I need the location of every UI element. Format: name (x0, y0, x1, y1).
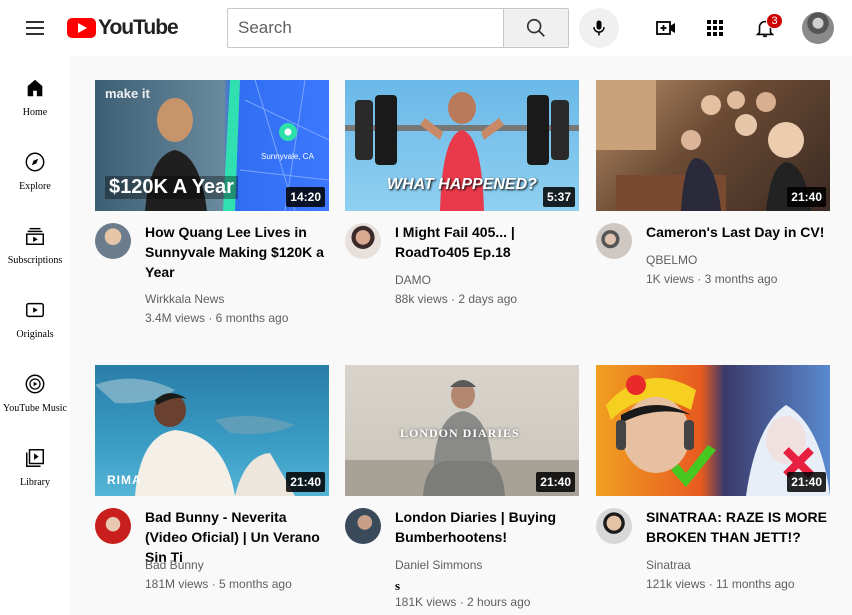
create-video-icon (656, 21, 675, 35)
sidebar-item-label: Library (20, 477, 50, 488)
sidebar-item-label: Explore (19, 181, 51, 192)
thumbnail-brand-text: make it (105, 86, 150, 101)
search-box[interactable] (227, 8, 504, 48)
video-title[interactable]: SINATRAA: RAZE IS MORE BROKEN THAN JETT!… (646, 507, 830, 547)
video-thumbnail[interactable]: RIMA 21:40 (95, 365, 329, 496)
video-card: make it Sunnyvale, CA $120K A Year 14:20… (95, 80, 329, 340)
sidebar-item-label: Subscriptions (7, 255, 63, 266)
search-input[interactable] (228, 9, 504, 47)
channel-name[interactable]: QBELMO (646, 253, 697, 267)
channel-avatar[interactable] (345, 508, 381, 544)
thumbnail-watermark: RIMA (107, 473, 142, 487)
video-title[interactable]: How Quang Lee Lives in Sunnyvale Making … (145, 222, 329, 282)
channel-avatar[interactable] (95, 223, 131, 259)
notifications-button[interactable]: 3 (751, 13, 783, 42)
create-button[interactable] (652, 14, 680, 42)
sidebar-item-label: YouTube Music (3, 403, 67, 414)
music-icon (25, 374, 45, 394)
logo-text: YouTube (98, 16, 179, 39)
video-duration: 21:40 (787, 187, 826, 207)
home-icon (27, 79, 43, 97)
sidebar-item-youtube-music[interactable]: YouTube Music (0, 352, 70, 426)
voice-search-button[interactable] (579, 8, 619, 48)
video-title[interactable]: Cameron's Last Day in CV! (646, 222, 830, 242)
video-metadata: 121k views · 11 months ago (646, 577, 795, 591)
video-duration: 5:37 (542, 187, 575, 207)
video-thumbnail[interactable]: WHAT HAPPENED? 5:37 (345, 80, 579, 211)
video-thumbnail[interactable]: 21:40 (596, 365, 830, 496)
apps-button[interactable] (701, 14, 729, 42)
sidebar-item-label: Home (22, 107, 48, 118)
sidebar-item-label: Originals (16, 329, 54, 340)
video-metadata: 181K views · 2 hours ago (395, 595, 531, 609)
channel-name[interactable]: Wirkkala News (145, 292, 224, 306)
video-card: WHAT HAPPENED? 5:37 I Might Fail 405... … (345, 80, 579, 340)
channel-name[interactable]: DAMO (395, 273, 431, 287)
channel-name[interactable]: Bad Bunny (145, 558, 204, 572)
sidebar-item-subscriptions[interactable]: Subscriptions (0, 204, 70, 278)
compass-icon (25, 152, 45, 172)
channel-avatar[interactable] (596, 223, 632, 259)
thumbnail-caption: $120K A Year (105, 176, 238, 199)
video-card: LONDON DIARIES 21:40 London Diaries | Bu… (345, 365, 579, 615)
video-duration: 14:20 (286, 187, 325, 207)
top-bar: YouTube 3 (0, 0, 852, 56)
video-card: 21:40 SINATRAA: RAZE IS MORE BROKEN THAN… (596, 365, 830, 615)
sidebar-item-library[interactable]: Library (0, 426, 70, 500)
video-duration: 21:40 (787, 472, 826, 492)
channel-extra-text: s (395, 578, 401, 593)
microphone-icon (593, 20, 605, 36)
menu-icon[interactable] (20, 16, 50, 40)
search-button[interactable] (503, 8, 569, 48)
channel-avatar[interactable] (95, 508, 131, 544)
channel-name[interactable]: Sinatraa (646, 558, 691, 572)
thumbnail-caption: WHAT HAPPENED? (387, 176, 537, 193)
youtube-logo-icon (67, 18, 96, 38)
search-icon (526, 18, 545, 37)
channel-name[interactable]: Daniel Simmons (395, 558, 482, 572)
video-metadata: 3.4M views · 6 months ago (145, 311, 289, 325)
notification-badge: 3 (766, 13, 783, 29)
channel-avatar[interactable] (345, 223, 381, 259)
sidebar-item-originals[interactable]: Originals (0, 278, 70, 352)
video-card: 21:40 Cameron's Last Day in CV! QBELMO 1… (596, 80, 830, 340)
sidebar-item-explore[interactable]: Explore (0, 130, 70, 204)
video-thumbnail[interactable]: LONDON DIARIES 21:40 (345, 365, 579, 496)
video-thumbnail[interactable]: 21:40 (596, 80, 830, 211)
apps-grid-icon (707, 20, 723, 36)
video-metadata: 1K views · 3 months ago (646, 272, 778, 286)
sidebar: Home Explore Subscriptions Originals You… (0, 56, 70, 615)
thumbnail-location-text: Sunnyvale, CA (261, 152, 314, 161)
library-icon (26, 449, 44, 467)
video-thumbnail[interactable]: make it Sunnyvale, CA $120K A Year 14:20 (95, 80, 329, 211)
youtube-logo[interactable]: YouTube (67, 16, 179, 39)
video-duration: 21:40 (536, 472, 575, 492)
originals-icon (26, 302, 44, 318)
video-metadata: 181M views · 5 months ago (145, 577, 292, 591)
sidebar-item-home[interactable]: Home (0, 56, 70, 130)
channel-avatar[interactable] (596, 508, 632, 544)
subscriptions-icon (26, 227, 44, 245)
video-card: RIMA 21:40 Bad Bunny - Neverita (Video O… (95, 365, 329, 615)
video-title[interactable]: London Diaries | Buying Bumberhootens! (395, 507, 579, 547)
thumbnail-caption: LONDON DIARIES (400, 426, 520, 440)
video-duration: 21:40 (286, 472, 325, 492)
account-avatar[interactable] (802, 12, 834, 44)
video-title[interactable]: I Might Fail 405... | RoadTo405 Ep.18 (395, 222, 579, 262)
video-metadata: 88k views · 2 days ago (395, 292, 518, 306)
